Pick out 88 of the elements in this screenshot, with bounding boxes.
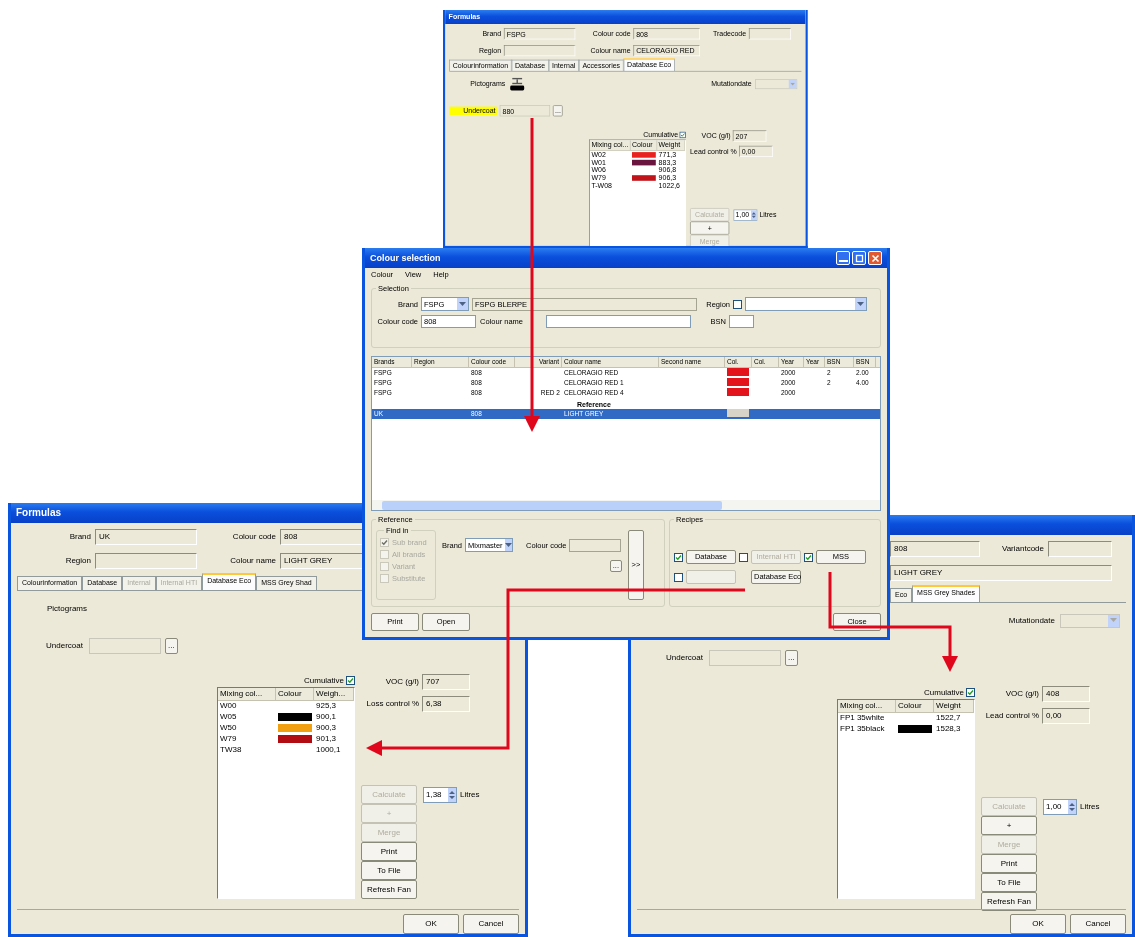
table-cell-text: 925,3 — [315, 701, 338, 711]
window-title: Formulas — [16, 507, 61, 519]
field-label: Lead control % — [984, 711, 1039, 721]
field-label: Region — [64, 556, 91, 566]
action-button[interactable]: To File — [981, 873, 1037, 892]
text-field[interactable]: LIGHT GREY — [890, 565, 1112, 581]
table-cell-text: 900,3 — [315, 723, 338, 733]
table-cell-text: TW38 — [219, 745, 243, 755]
dialog-button[interactable]: Cancel — [463, 914, 519, 934]
column-header[interactable]: Mixing col... — [218, 688, 276, 700]
field-label: Undercoat — [45, 641, 84, 651]
column-header[interactable]: Colour — [896, 700, 934, 712]
action-button[interactable]: Print — [361, 842, 417, 861]
column-header[interactable]: Weigh... — [314, 688, 354, 700]
field-label: VOC (g/l) — [384, 677, 419, 687]
minimize-button[interactable] — [836, 251, 850, 265]
field-label: VOC (g/l) — [1004, 689, 1039, 699]
field-label: Colour name — [229, 556, 276, 566]
spinner-icon[interactable] — [751, 210, 757, 220]
text-field[interactable] — [546, 315, 691, 328]
action-button[interactable]: Print — [981, 854, 1037, 873]
close-icon — [870, 253, 880, 263]
field-label: Brand — [68, 532, 91, 542]
browse-button[interactable]: ... — [165, 638, 178, 654]
scrollbar[interactable] — [372, 500, 880, 510]
column-header[interactable]: Colour — [276, 688, 314, 700]
table-cell-text: W50 — [219, 723, 238, 733]
table-cell-text: W05 — [219, 712, 238, 722]
text-field[interactable] — [729, 315, 754, 328]
text-field[interactable] — [1048, 541, 1112, 557]
action-button[interactable]: Refresh Fan — [981, 892, 1037, 911]
table-cell-text: W79 — [219, 734, 238, 744]
checkbox[interactable] — [674, 552, 683, 562]
field-label: Variantcode — [1000, 544, 1044, 554]
checkbox-label: Cumulative — [924, 687, 964, 698]
table-cell-text: FP1 35white — [839, 713, 886, 723]
text-field[interactable]: 6,38 — [422, 696, 470, 712]
checkbox[interactable] — [679, 131, 686, 139]
maximize-icon — [854, 253, 864, 263]
text-field[interactable]: 808 — [890, 541, 980, 557]
text-field[interactable]: LIGHT GREY — [280, 553, 365, 569]
text-field[interactable]: UK — [95, 529, 197, 545]
field-label: Colour code — [231, 532, 276, 542]
action-button[interactable]: + — [981, 816, 1037, 835]
close-button[interactable] — [868, 251, 882, 265]
text-field[interactable] — [569, 538, 622, 552]
table-cell-text: FP1 35black — [839, 724, 886, 734]
action-button[interactable]: Refresh Fan — [361, 880, 417, 899]
window-title: Colour selection — [370, 252, 441, 264]
text-field[interactable] — [748, 28, 791, 40]
checkbox[interactable] — [966, 688, 975, 697]
spinner-icon[interactable] — [1068, 800, 1076, 814]
table-cell-text: 1528,3 — [935, 724, 962, 734]
table-cell-text: 901,3 — [315, 734, 338, 744]
table-cell-text: W00 — [219, 701, 238, 711]
text-field[interactable]: 408 — [1042, 686, 1090, 702]
browse-button[interactable]: ... — [785, 650, 798, 666]
field-label: Undercoat — [665, 653, 704, 663]
text-field[interactable]: 0,00 — [1042, 708, 1090, 724]
spin-field[interactable]: 1,00 — [1043, 799, 1077, 815]
table-cell-text: 1522,7 — [935, 713, 962, 723]
dialog-button[interactable]: OK — [1010, 914, 1066, 934]
checkbox[interactable] — [804, 552, 813, 562]
unit-label: Litres — [460, 790, 480, 800]
field-label: Pictograms — [47, 603, 87, 614]
text-field[interactable] — [95, 553, 197, 569]
dialog-button[interactable]: OK — [403, 914, 459, 934]
spinner-icon[interactable] — [448, 788, 456, 802]
maximize-button[interactable] — [852, 251, 866, 265]
text-field[interactable] — [503, 45, 576, 57]
spin-field[interactable]: 1,38 — [423, 787, 457, 803]
field-label: Loss control % — [365, 699, 419, 709]
text-field[interactable]: 808 — [280, 529, 365, 545]
checkbox[interactable] — [346, 676, 355, 685]
text-field[interactable] — [89, 638, 161, 654]
checkbox-label: Cumulative — [304, 675, 344, 686]
column-header[interactable]: Weight — [934, 700, 974, 712]
checkbox[interactable] — [733, 299, 742, 309]
column-header[interactable]: Mixing col... — [838, 700, 896, 712]
text-field[interactable]: 707 — [422, 674, 470, 690]
text-field[interactable] — [709, 650, 781, 666]
table-cell-text: 900,1 — [315, 712, 338, 722]
dialog-button[interactable]: Cancel — [1070, 914, 1126, 934]
table-cell-text: 1000,1 — [315, 745, 342, 755]
minimize-icon — [838, 259, 848, 262]
unit-label: Litres — [1080, 802, 1100, 812]
action-button[interactable]: To File — [361, 861, 417, 880]
field-label: Mutationdate — [1008, 615, 1055, 626]
